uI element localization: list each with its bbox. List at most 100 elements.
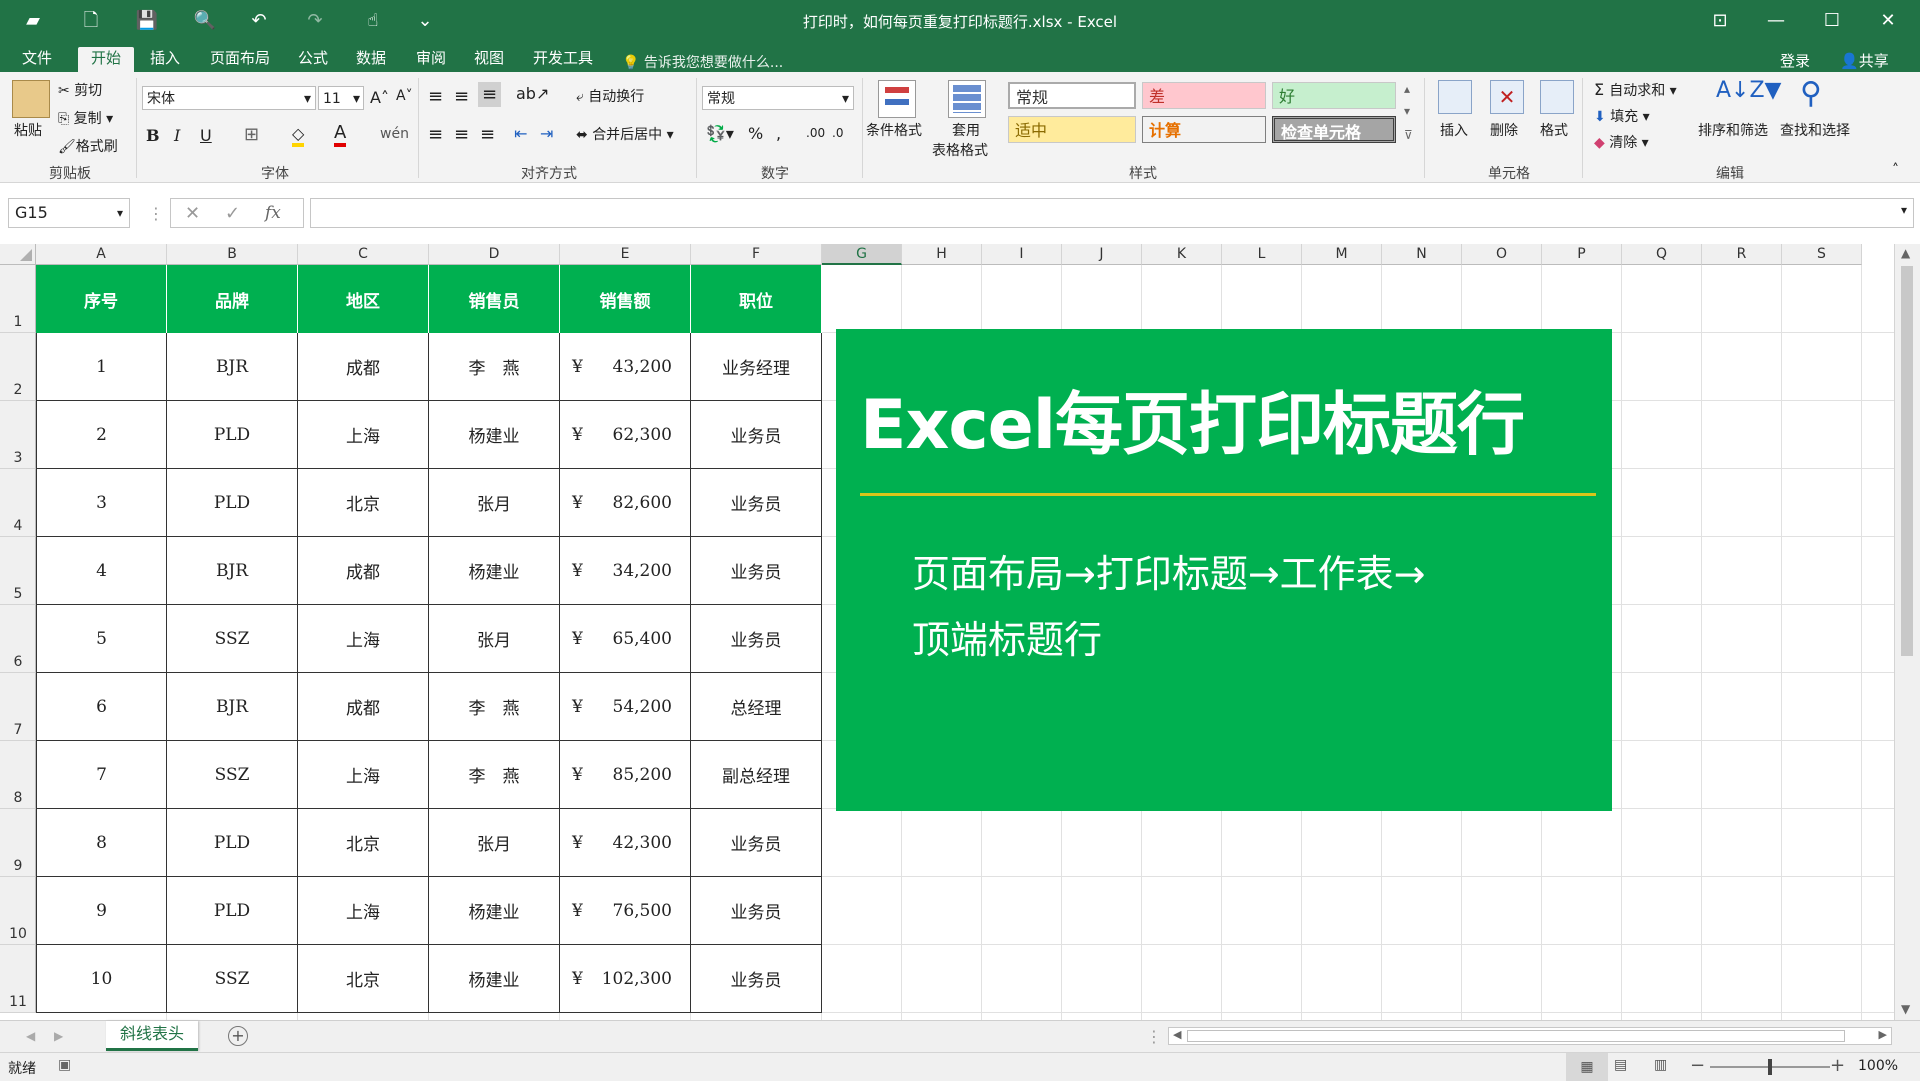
bold-icon[interactable]: B [146, 126, 160, 145]
style-normal[interactable]: 常规 [1008, 82, 1136, 109]
horizontal-scrollbar[interactable]: ◀ ▶ [1168, 1027, 1892, 1045]
cut-button[interactable]: ✂ 剪切 [58, 80, 102, 100]
row-header-1[interactable]: 1 [0, 265, 36, 333]
table-cell[interactable]: ¥65,400 [560, 605, 691, 673]
scroll-down-icon[interactable]: ▼ [1901, 1002, 1910, 1016]
maximize-button[interactable]: ☐ [1812, 6, 1852, 36]
hscroll-thumb[interactable] [1187, 1030, 1845, 1042]
table-cell[interactable]: 副总经理 [691, 741, 822, 809]
styles-scroll-down-icon[interactable]: ▾ [1404, 104, 1410, 118]
table-cell[interactable]: ¥62,300 [560, 401, 691, 469]
table-cell[interactable]: 3 [36, 469, 167, 537]
tab-review[interactable]: 审阅 [406, 47, 456, 72]
table-header-cell[interactable]: 地区 [298, 265, 429, 333]
table-cell[interactable]: 1 [36, 333, 167, 401]
table-cell[interactable]: 成都 [298, 673, 429, 741]
table-cell[interactable]: 6 [36, 673, 167, 741]
tab-page-layout[interactable]: 页面布局 [200, 47, 280, 72]
table-cell[interactable]: 李 燕 [429, 333, 560, 401]
table-cell[interactable]: ¥85,200 [560, 741, 691, 809]
table-cell[interactable]: 2 [36, 401, 167, 469]
table-cell[interactable]: ¥82,600 [560, 469, 691, 537]
table-cell[interactable]: SSZ [167, 741, 298, 809]
cancel-icon[interactable]: ✕ [185, 203, 200, 224]
prev-sheet-icon[interactable]: ◀ [26, 1029, 35, 1043]
ribbon-display-icon[interactable]: ⊡ [1700, 6, 1740, 36]
magnifier-icon[interactable]: ⚲ [1800, 76, 1822, 111]
table-cell[interactable]: 上海 [298, 741, 429, 809]
expand-formula-icon[interactable]: ▾ [1901, 203, 1907, 217]
table-cell[interactable]: 成都 [298, 333, 429, 401]
underline-icon[interactable]: U [200, 126, 212, 145]
row-header-7[interactable]: 7 [0, 673, 36, 741]
tab-insert[interactable]: 插入 [140, 47, 190, 72]
table-cell[interactable]: 5 [36, 605, 167, 673]
table-cell[interactable]: 业务员 [691, 945, 822, 1013]
column-header-h[interactable]: H [902, 244, 982, 265]
table-cell[interactable]: 10 [36, 945, 167, 1013]
column-header-o[interactable]: O [1462, 244, 1542, 265]
insert-function-icon[interactable]: fx [265, 203, 281, 223]
collapse-ribbon-icon[interactable]: ˄ [1892, 162, 1899, 178]
column-header-l[interactable]: L [1222, 244, 1302, 265]
number-format-select[interactable]: 常规 ▾ [702, 86, 854, 110]
table-cell[interactable]: 杨建业 [429, 945, 560, 1013]
splitter-icon[interactable]: ⋮ [1146, 1027, 1162, 1046]
format-as-table-icon[interactable] [948, 80, 986, 118]
table-cell[interactable]: 北京 [298, 945, 429, 1013]
tab-developer[interactable]: 开发工具 [522, 47, 604, 72]
share-button[interactable]: 👤共享 [1840, 50, 1889, 71]
table-cell[interactable]: 张月 [429, 469, 560, 537]
table-cell[interactable]: 杨建业 [429, 537, 560, 605]
column-header-s[interactable]: S [1782, 244, 1862, 265]
table-header-cell[interactable]: 序号 [36, 265, 167, 333]
login-link[interactable]: 登录 [1780, 50, 1810, 71]
tab-formulas[interactable]: 公式 [288, 47, 338, 72]
format-cells-button[interactable]: 格式 [1540, 120, 1568, 140]
table-cell[interactable]: SSZ [167, 605, 298, 673]
table-cell[interactable]: 张月 [429, 605, 560, 673]
select-all-button[interactable] [0, 244, 36, 265]
column-header-r[interactable]: R [1702, 244, 1782, 265]
table-header-cell[interactable]: 职位 [691, 265, 822, 333]
column-header-d[interactable]: D [429, 244, 560, 265]
row-header-2[interactable]: 2 [0, 333, 36, 401]
table-cell[interactable]: 业务员 [691, 877, 822, 945]
table-cell[interactable]: 杨建业 [429, 877, 560, 945]
table-cell[interactable]: 总经理 [691, 673, 822, 741]
percent-icon[interactable]: % [748, 124, 763, 143]
row-header-6[interactable]: 6 [0, 605, 36, 673]
table-cell[interactable]: 北京 [298, 469, 429, 537]
column-header-k[interactable]: K [1142, 244, 1222, 265]
name-box[interactable]: G15 ▾ [8, 198, 130, 228]
sort-filter-icon[interactable]: A↓Z▼ [1716, 78, 1781, 103]
formula-input[interactable]: ▾ [310, 198, 1914, 228]
page-break-view-icon[interactable]: ▥ [1654, 1057, 1667, 1073]
table-cell[interactable]: 业务员 [691, 809, 822, 877]
styles-more-icon[interactable]: ⊽ [1404, 128, 1413, 142]
table-cell[interactable]: 业务员 [691, 605, 822, 673]
align-left-icon[interactable]: ≡ [428, 124, 443, 145]
insert-cells-button[interactable]: 插入 [1440, 120, 1468, 140]
table-cell[interactable]: PLD [167, 809, 298, 877]
minimize-button[interactable]: — [1756, 6, 1796, 36]
style-bad[interactable]: 差 [1142, 82, 1266, 109]
column-header-f[interactable]: F [691, 244, 822, 265]
close-button[interactable]: ✕ [1868, 6, 1908, 36]
table-cell[interactable]: 9 [36, 877, 167, 945]
fill-color-icon[interactable]: ◇ [292, 124, 305, 147]
zoom-in-icon[interactable]: + [1830, 1055, 1845, 1076]
autosum-button[interactable]: Σ 自动求和 ▾ [1594, 80, 1677, 100]
table-cell[interactable]: PLD [167, 401, 298, 469]
table-cell[interactable]: ¥76,500 [560, 877, 691, 945]
paste-icon[interactable] [12, 80, 50, 118]
row-header-3[interactable]: 3 [0, 401, 36, 469]
vertical-scrollbar[interactable]: ▲ ▼ [1894, 244, 1920, 1020]
style-check-cell[interactable]: 检查单元格 [1272, 116, 1396, 143]
align-top-icon[interactable]: ≡ [428, 86, 443, 107]
column-header-c[interactable]: C [298, 244, 429, 265]
enter-icon[interactable]: ✓ [225, 203, 240, 224]
zoom-level[interactable]: 100% [1858, 1058, 1898, 1074]
increase-font-icon[interactable]: A˄ [370, 88, 389, 107]
styles-scroll-up-icon[interactable]: ▴ [1404, 82, 1410, 96]
